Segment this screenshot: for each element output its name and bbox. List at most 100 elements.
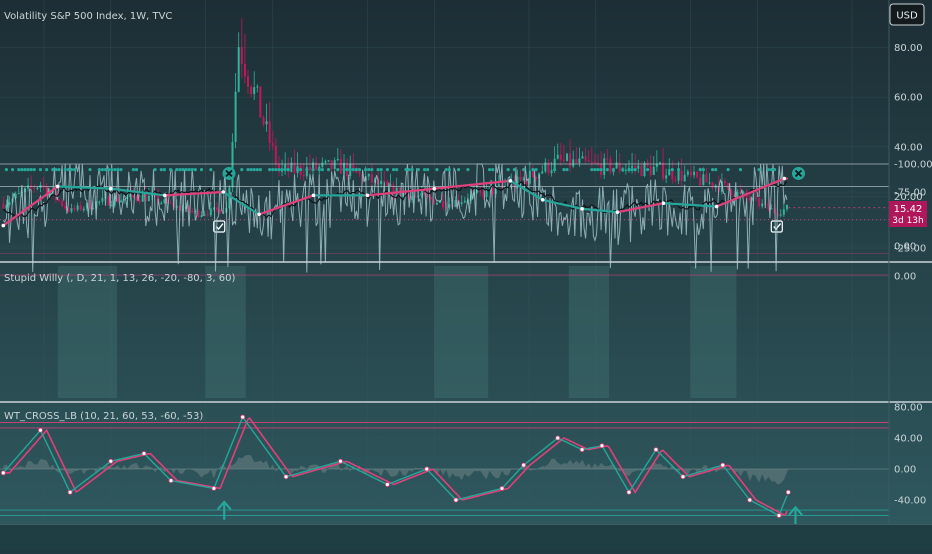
candle [557,155,559,159]
candle [250,87,252,94]
candle [139,200,141,201]
signal-dot [188,168,191,171]
time-axis[interactable] [0,525,932,550]
signal-dot [57,168,60,171]
wt-cross-dot [338,459,342,463]
signal-dot [358,168,361,171]
candle [705,174,707,182]
candle [238,47,240,92]
signal-dot [327,168,330,171]
candle [529,171,531,184]
signal-dot [184,168,187,171]
candle [383,181,385,182]
candle [448,204,450,208]
signal-dot [54,168,57,171]
candle [442,201,444,208]
candle [594,162,596,163]
signal-dot [30,168,33,171]
signal-dot [380,168,383,171]
signal-dot [407,168,410,171]
turn-dot [366,194,370,198]
signal-dot [113,168,116,171]
signal-dot [268,168,271,171]
candle [687,171,689,174]
signal-dot [107,168,110,171]
signal-dot [200,168,203,171]
signal-dot [135,168,138,171]
wt-cross-dot [627,490,631,494]
turn-dot [56,185,60,189]
candle [43,185,45,186]
y-tick-label: -100.00 [894,160,932,171]
candle [541,171,543,173]
candle [8,202,10,205]
candle [637,166,639,169]
cross-marker-icon[interactable] [222,167,235,180]
candle [216,208,218,210]
signal-dot [67,168,70,171]
signal-dot [630,168,633,171]
y-tick-label: -75.00 [894,188,926,199]
candle [749,197,751,200]
candle [371,174,373,183]
signal-dot [553,168,556,171]
turn-dot [432,187,436,191]
candle [588,161,590,162]
signal-dot [17,168,20,171]
signal-dot [386,168,389,171]
candle [275,145,277,164]
signal-dot [565,168,568,171]
signal-dot [318,168,321,171]
chart-svg: 2019Jun2020Jun2021Jun2022Jun2023Jun20240… [0,0,932,550]
signal-dot [51,168,54,171]
candle [684,175,686,181]
signal-dot [714,168,717,171]
candle [736,192,738,197]
signal-dot [491,168,494,171]
candle [566,154,568,161]
signal-dot [621,168,624,171]
candle [219,210,221,214]
currency-button[interactable]: USD [890,4,924,25]
turn-dot [109,187,113,191]
turn-dot [221,190,225,194]
turn-dot [782,177,786,181]
wt-cross-dot [600,444,604,448]
signal-dot [634,168,637,171]
signal-dot [395,168,398,171]
candle [606,158,608,159]
candle [464,201,466,203]
signal-dot [277,168,280,171]
candle [532,171,534,178]
signal-dot [249,168,252,171]
wt-cross-dot [169,479,173,483]
candle [461,202,463,204]
signal-dot [160,168,163,171]
turn-dot [257,213,261,217]
candle [755,197,757,198]
candle [724,181,726,183]
signal-dot [11,168,14,171]
candle [678,171,680,181]
last-price-tag: 15.42 3d 13h [889,201,927,227]
wt-cross-dot [500,486,504,490]
candle [585,156,587,160]
signal-dot [26,168,29,171]
candle [761,204,763,207]
signal-dot [284,168,287,171]
signal-dot [376,168,379,171]
wt-cross-dot [68,490,72,494]
candle [120,200,122,202]
signal-dot [370,168,373,171]
candle [83,209,85,211]
turn-dot [541,198,545,202]
candle [259,86,261,117]
currency-button-label: USD [896,11,918,22]
signal-dot [88,168,91,171]
candle [61,201,63,206]
signal-dot [423,168,426,171]
turn-dot [509,179,513,183]
candle [148,196,150,201]
candle [135,197,137,200]
cross-marker-icon[interactable] [792,167,805,180]
